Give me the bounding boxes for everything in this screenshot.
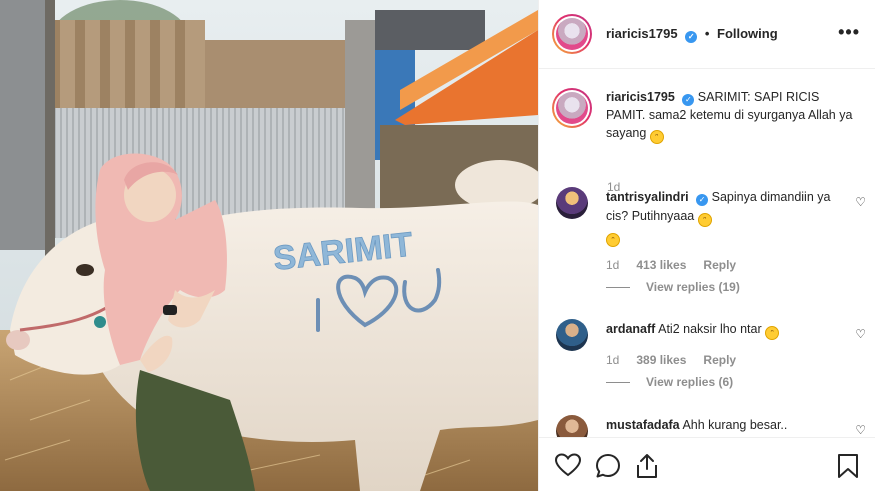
comment-like-heart-icon[interactable]: ♡ bbox=[855, 423, 866, 437]
following-button[interactable]: Following bbox=[717, 26, 778, 41]
caption-username[interactable]: riaricis1795 bbox=[606, 90, 675, 104]
comment-username[interactable]: ardanaff bbox=[606, 322, 655, 336]
author-avatar[interactable] bbox=[552, 14, 592, 54]
replies-divider-line bbox=[606, 381, 630, 383]
comment-like-heart-icon[interactable]: ♡ bbox=[855, 327, 866, 341]
caption-text-block: riaricis1795 ✓ SARIMIT: SAPI RICIS PAMIT… bbox=[606, 88, 856, 144]
comments-list[interactable]: riaricis1795 ✓ SARIMIT: SAPI RICIS PAMIT… bbox=[539, 70, 875, 437]
comment-time[interactable]: 1d bbox=[606, 258, 619, 272]
view-replies-button[interactable]: View replies (19) bbox=[606, 280, 740, 294]
commenter-avatar[interactable] bbox=[556, 319, 588, 351]
comment-body: mustafadafa Ahh kurang besar.. bbox=[606, 416, 836, 435]
rofl-emoji-icon: ᵔ bbox=[606, 233, 620, 247]
post-header: riaricis1795 ✓ • Following ••• bbox=[539, 0, 875, 69]
commenter-avatar[interactable] bbox=[556, 187, 588, 219]
caption-author-avatar[interactable] bbox=[552, 88, 592, 128]
post-image: SARIMIT bbox=[0, 0, 538, 491]
post-photo[interactable]: SARIMIT bbox=[0, 0, 538, 491]
comment-like-heart-icon[interactable]: ♡ bbox=[855, 195, 866, 209]
comment-body: ardanaff Ati2 naksir lho ntar ᵔ bbox=[606, 320, 836, 340]
verified-icon: ✓ bbox=[685, 30, 698, 43]
author-username[interactable]: riaricis1795 bbox=[606, 26, 678, 41]
more-icon[interactable]: ••• bbox=[838, 22, 860, 43]
view-replies-label: View replies (19) bbox=[646, 280, 740, 294]
comment-time[interactable]: 1d bbox=[606, 353, 619, 367]
verified-icon: ✓ bbox=[682, 94, 695, 106]
comment-likes[interactable]: 413 likes bbox=[636, 258, 686, 272]
heart-icon[interactable] bbox=[554, 453, 582, 480]
rofl-emoji-icon: ᵔ bbox=[697, 213, 712, 227]
view-replies-button[interactable]: View replies (6) bbox=[606, 375, 733, 389]
comment-meta: 1d 413 likes Reply bbox=[606, 258, 736, 272]
share-icon[interactable] bbox=[635, 453, 659, 482]
comment-likes[interactable]: 389 likes bbox=[636, 353, 686, 367]
joy-emoji-icon: ᵔ bbox=[765, 326, 780, 340]
comment-text: Ahh kurang besar.. bbox=[682, 418, 788, 432]
reply-button[interactable]: Reply bbox=[703, 258, 736, 272]
comment-text: Ati2 naksir lho ntar bbox=[658, 322, 762, 336]
reply-button[interactable]: Reply bbox=[703, 353, 736, 367]
post-actions-bar bbox=[539, 437, 875, 491]
caption: riaricis1795 ✓ SARIMIT: SAPI RICIS PAMIT… bbox=[552, 88, 862, 194]
post-details-panel: riaricis1795 ✓ • Following ••• riaricis1… bbox=[538, 0, 875, 491]
bookmark-icon[interactable] bbox=[837, 453, 859, 482]
comment-username[interactable]: tantrisyalindri bbox=[606, 190, 689, 204]
view-replies-label: View replies (6) bbox=[646, 375, 734, 389]
comment-body: tantrisyalindri ✓ Sapinya dimandiin ya c… bbox=[606, 188, 836, 247]
comment-username[interactable]: mustafadafa bbox=[606, 418, 680, 432]
commenter-avatar[interactable] bbox=[556, 415, 588, 437]
replies-divider-line bbox=[606, 286, 630, 288]
verified-icon: ✓ bbox=[696, 194, 709, 206]
sweat-smile-emoji-icon: ᵔ bbox=[649, 130, 664, 144]
separator-dot: • bbox=[704, 25, 710, 41]
comment-meta: 1d 389 likes Reply bbox=[606, 353, 736, 367]
comment-icon[interactable] bbox=[595, 453, 621, 482]
